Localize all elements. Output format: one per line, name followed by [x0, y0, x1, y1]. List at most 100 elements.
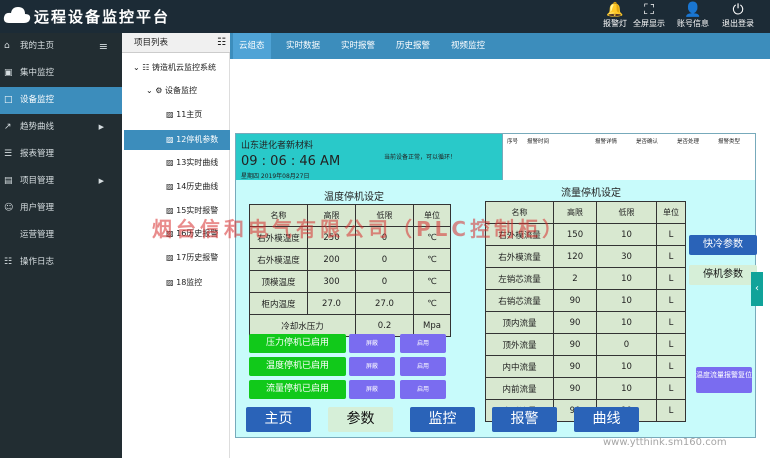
folder-icon: ▤ — [4, 176, 13, 186]
pressure-stop-button[interactable]: 压力停机已启用 — [249, 334, 346, 353]
cell-high[interactable]: 120 — [553, 245, 597, 268]
tree-item[interactable]: ▨ 14历史曲线 — [166, 179, 218, 195]
cell-low[interactable]: 10 — [596, 355, 657, 378]
quick-cool-button[interactable]: 快冷参数 — [689, 235, 757, 255]
cell-low[interactable]: 0 — [596, 333, 657, 356]
enable-button[interactable]: 启用 — [400, 357, 446, 376]
table-row: 内中流量 90 10 L — [485, 355, 686, 378]
tree-item[interactable]: ▨ 13实时曲线 — [166, 155, 218, 171]
alarm-col-header: 报警详情 — [595, 139, 618, 145]
alarm-col-header: 是否确认 — [636, 139, 659, 145]
table-row: 右销芯流量 90 10 L — [485, 289, 686, 312]
fullscreen-icon: ⛶ — [644, 2, 654, 18]
cell-high[interactable]: 90 — [553, 311, 597, 334]
status-text: 当前设备正常，可以循环！ — [384, 154, 457, 161]
cell-low[interactable]: 0 — [355, 248, 414, 271]
shield-button[interactable]: 屏蔽 — [349, 380, 395, 399]
nav-curve-button[interactable]: 曲线 — [574, 407, 639, 432]
table-row: 右外模温度 200 0 ℃ — [249, 248, 451, 271]
cell-high[interactable]: 90 — [553, 377, 597, 400]
tree-group[interactable]: ⌄ ⚙ 设备监控 — [146, 83, 197, 99]
sidebar-item-label: 用户管理 — [20, 203, 55, 213]
menu-toggle-icon[interactable]: ≡ — [99, 33, 108, 60]
tab-realtime-alarm[interactable]: 实时报警 — [335, 33, 381, 59]
account-button[interactable]: 👤 账号信息 — [671, 2, 715, 32]
collapse-handle[interactable]: ‹ — [751, 272, 763, 306]
grid-icon[interactable]: ☷ — [217, 33, 226, 53]
tree-item[interactable]: ▨ 11主页 — [166, 107, 202, 123]
tree-root[interactable]: ⌄ ☷ 铸造机云监控系统 — [133, 60, 216, 76]
clock: 09 : 06 : 46 AM — [241, 154, 341, 169]
sidebar-item-logs[interactable]: ☷ 操作日志 — [0, 249, 122, 276]
image-icon: ▨ — [166, 253, 174, 262]
tab-cloud-config[interactable]: 云组态 — [233, 33, 271, 59]
sidebar-item-label: 集中监控 — [20, 68, 55, 78]
sidebar: ⌂ 我的主页 ≡ ▣ 集中监控 □ 设备监控 ↗ 趋势曲线 ▶ ☰ 报表管理 ▤… — [0, 33, 122, 458]
tree-root-label: 铸造机云监控系统 — [151, 63, 216, 72]
cell-unit: L — [656, 311, 686, 334]
cell-high[interactable]: 90 — [553, 355, 597, 378]
shield-button[interactable]: 屏蔽 — [349, 357, 395, 376]
alarm-col-header: 序号 — [507, 139, 519, 145]
report-icon: ☰ — [4, 149, 13, 159]
shield-button[interactable]: 屏蔽 — [349, 334, 395, 353]
cell-high[interactable]: 27.0 — [307, 292, 356, 315]
enable-button[interactable]: 启用 — [400, 334, 446, 353]
sidebar-item-label: 项目管理 — [20, 176, 55, 186]
nav-params-button[interactable]: 参数 — [328, 407, 393, 432]
sidebar-item-home[interactable]: ⌂ 我的主页 ≡ — [0, 33, 122, 60]
tab-video[interactable]: 视频监控 — [445, 33, 491, 59]
flow-stop-button[interactable]: 流量停机已启用 — [249, 380, 346, 399]
tree-item-label: 17历史报警 — [176, 253, 219, 262]
nav-home-button[interactable]: 主页 — [246, 407, 311, 432]
temp-stop-button[interactable]: 温度停机已启用 — [249, 357, 346, 376]
tree-item[interactable]: ▨ 17历史报警 — [166, 250, 218, 266]
sidebar-item-central-monitor[interactable]: ▣ 集中监控 — [0, 60, 122, 87]
cell-unit: L — [656, 399, 686, 422]
image-icon: ▨ — [166, 110, 174, 119]
sidebar-item-users[interactable]: ☺ 用户管理 — [0, 195, 122, 222]
sidebar-item-projects[interactable]: ▤ 项目管理 ▶ — [0, 168, 122, 195]
cell-low[interactable]: 10 — [596, 311, 657, 334]
tree-item-selected[interactable]: ▨ 12停机参数 — [124, 130, 230, 150]
cell-low[interactable]: 27.0 — [355, 292, 414, 315]
enable-button[interactable]: 启用 — [400, 380, 446, 399]
tree-header-label: 项目列表 — [134, 38, 169, 48]
cell-low[interactable]: 10 — [596, 223, 657, 246]
cell-high[interactable]: 90 — [553, 333, 597, 356]
logout-button[interactable]: ⏻ 退出登录 — [716, 2, 760, 32]
sidebar-item-trend[interactable]: ↗ 趋势曲线 ▶ — [0, 114, 122, 141]
cell-low[interactable]: 30 — [596, 245, 657, 268]
sidebar-item-reports[interactable]: ☰ 报表管理 — [0, 141, 122, 168]
nav-monitor-button[interactable]: 监控 — [410, 407, 475, 432]
cell-unit: ℃ — [413, 248, 451, 271]
cell-low[interactable]: 10 — [596, 377, 657, 400]
sidebar-item-label: 我的主页 — [20, 41, 55, 51]
home-icon: ⌂ — [4, 41, 10, 51]
tree-item[interactable]: ▨ 18监控 — [166, 275, 202, 291]
cell-high[interactable]: 300 — [307, 270, 356, 293]
table-row: 顶模温度 300 0 ℃ — [249, 270, 451, 293]
tab-history-alarm[interactable]: 历史报警 — [390, 33, 436, 59]
cell-unit: L — [656, 223, 686, 246]
cell-high[interactable]: 2 — [553, 267, 597, 290]
logout-label: 退出登录 — [722, 19, 754, 28]
cell-low[interactable]: 0 — [355, 270, 414, 293]
cell-unit: L — [656, 333, 686, 356]
sidebar-item-operations[interactable]: 运营管理 — [0, 222, 122, 249]
cell-low[interactable]: 10 — [596, 267, 657, 290]
table-row: 内前流量 90 10 L — [485, 377, 686, 400]
cell-high[interactable]: 200 — [307, 248, 356, 271]
nav-alarm-button[interactable]: 报警 — [492, 407, 557, 432]
cell-low[interactable]: 10 — [596, 289, 657, 312]
device-icon: □ — [4, 95, 13, 105]
fullscreen-button[interactable]: ⛶ 全屏显示 — [627, 2, 671, 32]
cell-high[interactable]: 90 — [553, 289, 597, 312]
alarm-reset-button[interactable]: 温度流量报警复位 — [696, 367, 752, 393]
stop-param-button[interactable]: 停机参数 — [689, 265, 757, 285]
sidebar-item-device-monitor[interactable]: □ 设备监控 — [0, 87, 122, 114]
date: 星期四 2019年08月27日 — [241, 173, 310, 180]
image-icon: ▨ — [166, 158, 174, 167]
tab-bar: 云组态 实时数据 实时报警 历史报警 视频监控 — [230, 33, 770, 59]
tab-realtime-data[interactable]: 实时数据 — [280, 33, 326, 59]
